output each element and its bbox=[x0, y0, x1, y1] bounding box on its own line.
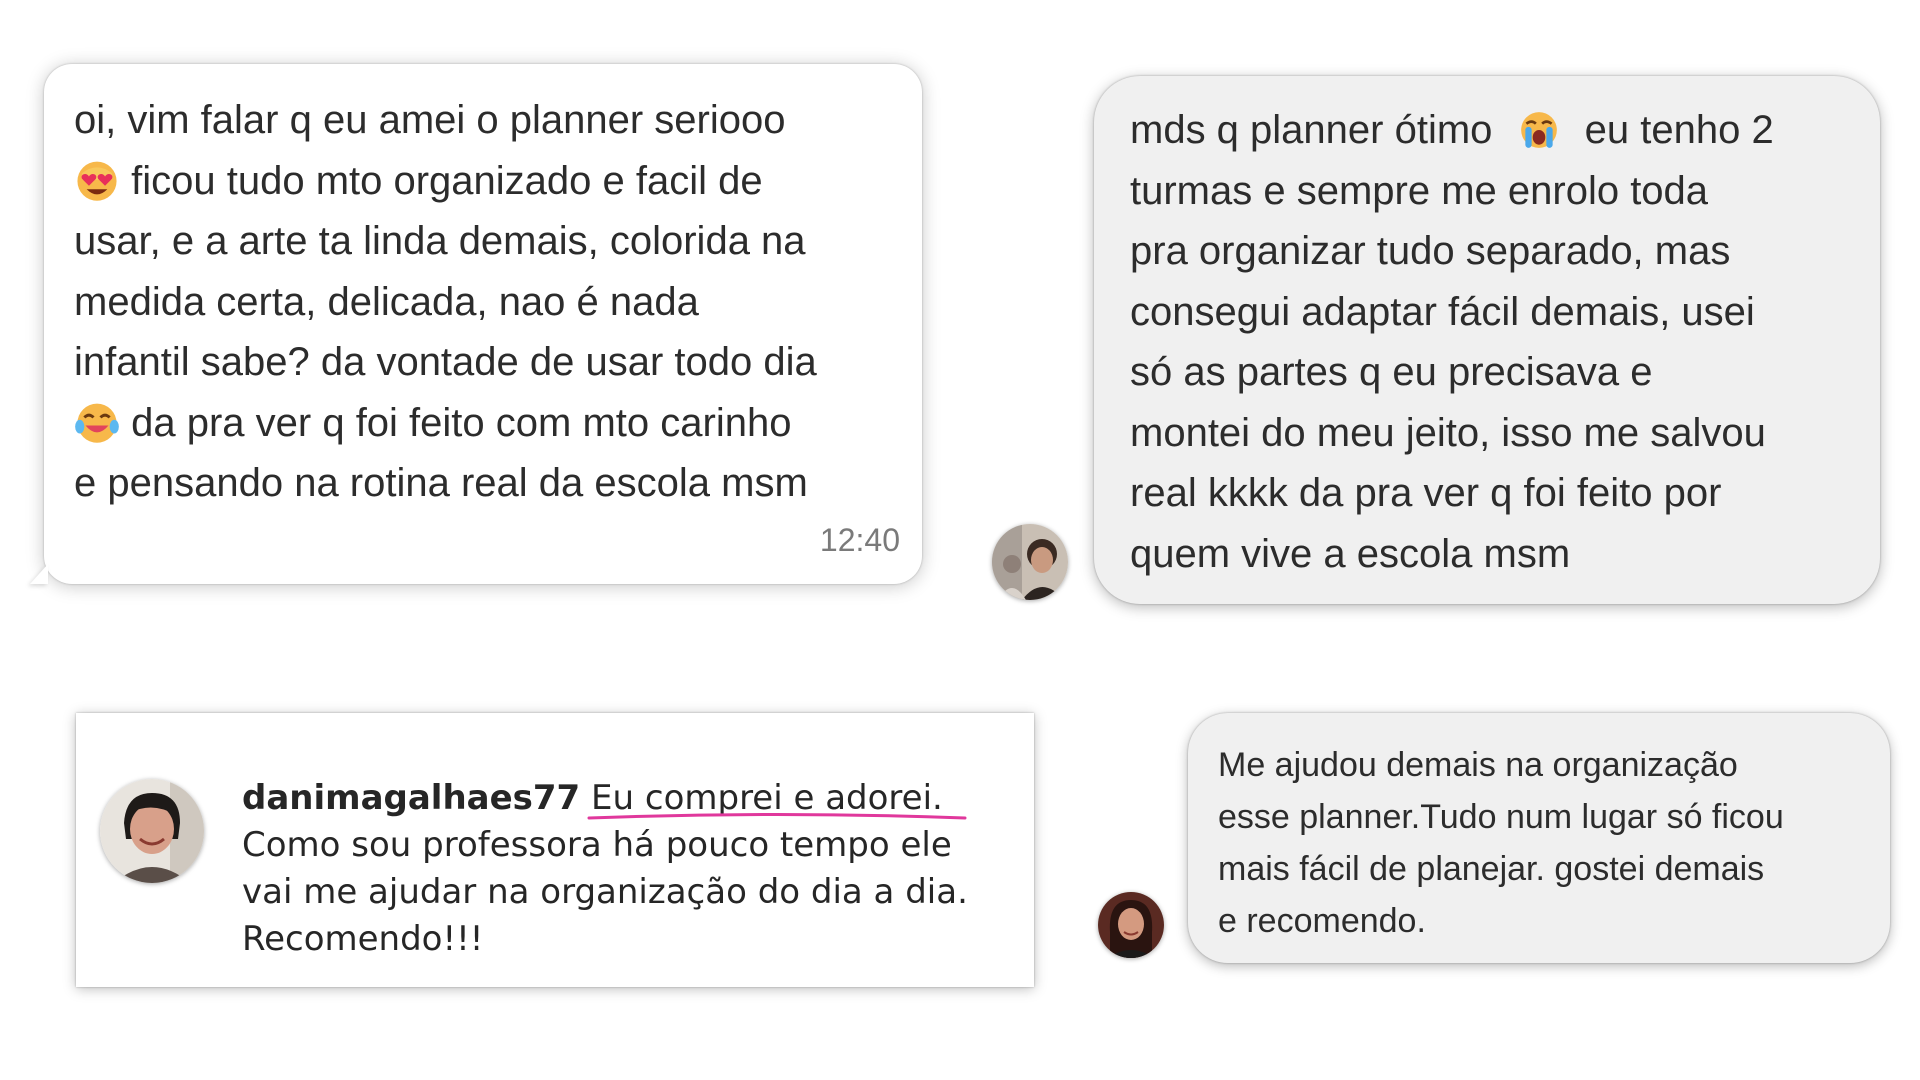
heart-eyes-emoji bbox=[77, 161, 117, 201]
message-line-text: ficou tudo mto organizado e facil de bbox=[131, 158, 763, 203]
chat-bubble-instagram-dm: Me ajudou demais na organização esse pla… bbox=[1188, 713, 1890, 963]
message-line: turmas e sempre me enrolo toda bbox=[1130, 168, 1709, 213]
message-line: pra organizar tudo separado, mas bbox=[1130, 229, 1731, 273]
message-line: infantil sabe? da vontade de usar todo d… bbox=[74, 340, 817, 384]
comment-first-line: danimagalhaes77 Eu comprei e adorei. bbox=[242, 775, 968, 822]
comment-line: Recomendo!!! bbox=[242, 919, 484, 959]
message-line: e pensando na rotina real da escola msm bbox=[74, 461, 808, 505]
message-line: montei do meu jeito, isso me salvou bbox=[1130, 410, 1766, 455]
message-line-with-emoji: ficou tudo mto organizado e facil de bbox=[74, 151, 892, 212]
avatar-photo bbox=[992, 524, 1068, 600]
message-line: consegui adaptar fácil demais, usei bbox=[1130, 289, 1755, 334]
message-line: medida certa, delicada, nao é nada bbox=[74, 279, 699, 324]
testimonials-collage: oi, vim falar q eu amei o planner serioo… bbox=[0, 0, 1920, 1080]
message-line: só as partes q eu precisava e bbox=[1130, 350, 1653, 394]
pink-underline bbox=[587, 813, 967, 820]
avatar[interactable] bbox=[992, 524, 1068, 600]
message-line-text: mds q planner ótimo bbox=[1130, 108, 1493, 152]
message-line: oi, vim falar q eu amei o planner serioo… bbox=[74, 98, 786, 142]
loudly-crying-emoji bbox=[1520, 112, 1557, 148]
comment-username[interactable]: danimagalhaes77 bbox=[242, 778, 580, 818]
message-line: real kkkk da pra ver q foi feito por bbox=[1130, 471, 1722, 515]
avatar-photo bbox=[100, 779, 204, 883]
comment-text: danimagalhaes77 Eu comprei e adorei. Com… bbox=[242, 775, 968, 963]
comment-line: Como sou professora há pouco tempo ele bbox=[242, 825, 952, 865]
comment-card: danimagalhaes77 Eu comprei e adorei. Com… bbox=[76, 713, 1034, 987]
avatar[interactable] bbox=[100, 779, 204, 883]
message-line: e recomendo. bbox=[1218, 902, 1426, 940]
message-line: quem vive a escola msm bbox=[1130, 531, 1571, 576]
message-line-with-emoji: da pra ver q foi feito com mto carinho bbox=[74, 393, 892, 454]
laughing-tears-emoji bbox=[75, 403, 119, 443]
message-line: esse planner.Tudo num lugar só ficou bbox=[1218, 798, 1784, 836]
message-timestamp: 12:40 bbox=[819, 521, 900, 558]
avatar-photo bbox=[1098, 892, 1164, 958]
chat-bubble-instagram-dm: mds q planner ótimo eu tenho 2 turmas e … bbox=[1094, 76, 1880, 604]
chat-bubble-whatsapp: oi, vim falar q eu amei o planner serioo… bbox=[30, 64, 922, 584]
avatar[interactable] bbox=[1098, 892, 1164, 958]
message-line: Me ajudou demais na organização bbox=[1218, 746, 1738, 784]
message-line: mais fácil de planejar. gostei demais bbox=[1218, 850, 1765, 888]
message-line-text: eu tenho 2 bbox=[1584, 108, 1774, 152]
comment-line: vai me ajudar na organização do dia a di… bbox=[242, 872, 968, 912]
bubble-tail bbox=[30, 564, 48, 584]
message-line-with-emoji: mds q planner ótimo eu tenho 2 bbox=[1130, 100, 1846, 161]
highlighted-phrase: Eu comprei e adorei. bbox=[587, 775, 967, 822]
message-line: usar, e a arte ta linda demais, colorida… bbox=[74, 219, 806, 263]
message-line-text: da pra ver q foi feito com mto carinho bbox=[131, 400, 792, 445]
